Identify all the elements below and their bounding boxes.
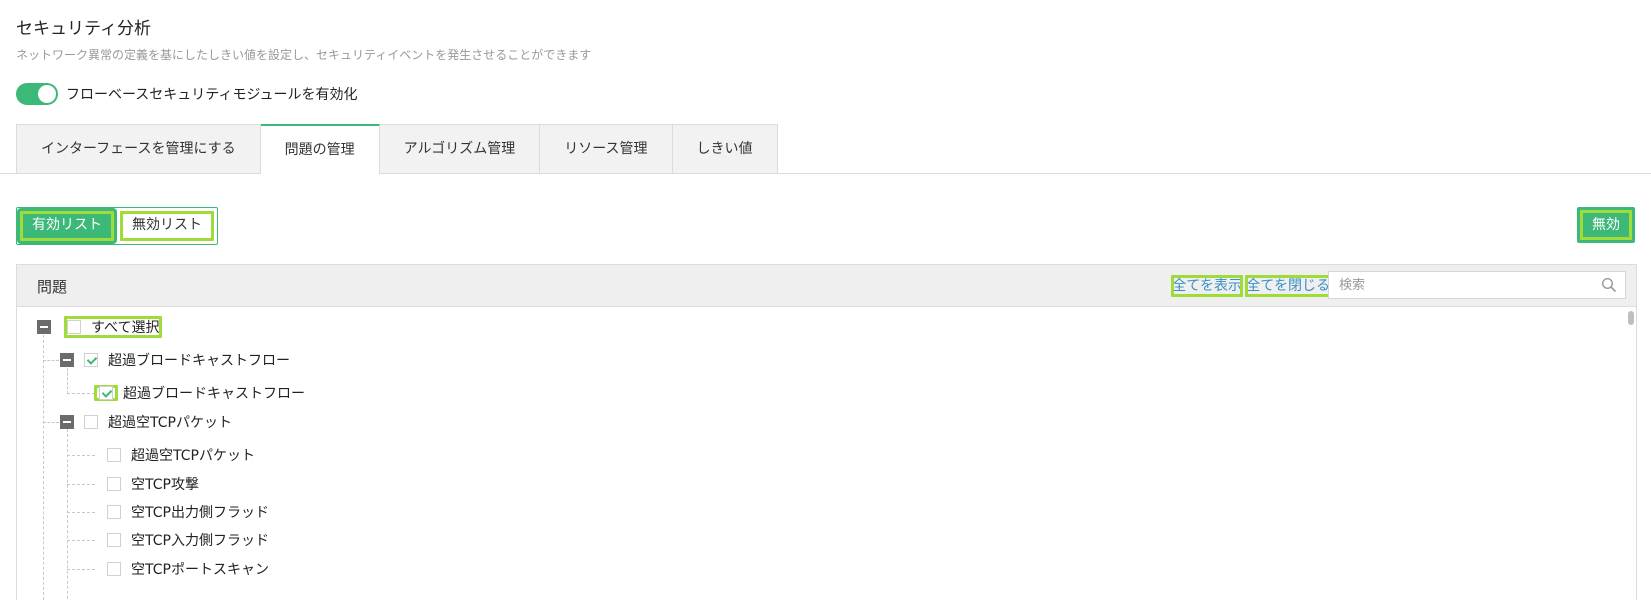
item-label: 空TCP出力側フラッド <box>131 505 269 521</box>
show-all-link[interactable]: 全てを表示 <box>1168 272 1246 300</box>
close-all-link[interactable]: 全てを閉じる <box>1242 272 1334 300</box>
item-label: 超過ブロードキャストフロー <box>123 386 305 402</box>
tab-issue-management[interactable]: 問題の管理 <box>260 124 380 175</box>
item-label: 超過空TCPパケット <box>131 448 255 464</box>
search-input[interactable] <box>1329 272 1599 298</box>
enabled-list-button[interactable]: 有効リスト <box>17 208 117 244</box>
item-checkbox[interactable] <box>99 386 113 400</box>
tree-row-item: 空TCP入力側フラッド <box>107 528 269 552</box>
page-title: セキュリティ分析 <box>16 19 151 39</box>
tree-branch-line <box>67 569 95 570</box>
item-label: 空TCPポートスキャン <box>131 562 269 578</box>
module-toggle-label: フローベースセキュリティモジュールを有効化 <box>66 87 358 103</box>
group-checkbox[interactable] <box>84 353 98 367</box>
search-box <box>1328 271 1626 299</box>
tree-row-item: 空TCPポートスキャン <box>107 557 269 581</box>
item-checkbox[interactable] <box>107 448 121 462</box>
select-all-label: すべて選択 <box>91 320 160 336</box>
tree-row-group: 超過ブロードキャストフロー <box>60 348 290 372</box>
tree-branch-line <box>67 455 95 456</box>
item-label: 空TCP入力側フラッド <box>131 533 269 549</box>
disable-button[interactable]: 無効 <box>1577 207 1635 243</box>
tree-row-item: 超過空TCPパケット <box>107 443 255 467</box>
issue-panel: 問題 全てを表示 全てを閉じる すべて選択 <box>16 264 1637 600</box>
list-switch: 有効リスト 無効リスト <box>16 207 218 245</box>
disabled-list-button[interactable]: 無効リスト <box>117 208 217 244</box>
item-label: 空TCP攻撃 <box>131 477 199 493</box>
tree-scrollbar[interactable] <box>1628 311 1634 325</box>
collapse-icon[interactable] <box>37 320 51 334</box>
group-checkbox[interactable] <box>84 415 98 429</box>
item-checkbox[interactable] <box>107 562 121 576</box>
tab-threshold[interactable]: しきい値 <box>672 124 778 174</box>
tab-resource-management[interactable]: リソース管理 <box>540 124 673 174</box>
tree-row-item: 空TCP出力側フラッド <box>107 500 269 524</box>
panel-title: 問題 <box>37 278 68 296</box>
item-checkbox[interactable] <box>107 505 121 519</box>
tree-branch-line <box>43 422 59 423</box>
search-icon[interactable] <box>1601 277 1617 293</box>
collapse-icon[interactable] <box>60 415 74 429</box>
tab-bar: インターフェースを管理にする 問題の管理 アルゴリズム管理 リソース管理 しきい… <box>16 124 778 175</box>
tree-guide-line <box>43 335 44 600</box>
panel-header: 問題 全てを表示 全てを閉じる <box>17 265 1636 307</box>
issue-tree: すべて選択 超過ブロードキャストフロー 超過ブロードキャストフロー 超過空TCP… <box>17 307 1636 600</box>
group-label: 超過空TCPパケット <box>108 415 232 431</box>
tree-row-group: 超過空TCPパケット <box>60 410 232 434</box>
tab-algorithm-management[interactable]: アルゴリズム管理 <box>379 124 541 174</box>
tree-branch-line <box>67 540 95 541</box>
item-checkbox-highlight <box>91 382 121 404</box>
tab-interface-management[interactable]: インターフェースを管理にする <box>16 124 261 174</box>
select-all-checkbox[interactable] <box>67 320 81 334</box>
module-toggle-row: フローベースセキュリティモジュールを有効化 <box>16 82 357 106</box>
tree-branch-line <box>43 360 59 361</box>
tree-row-select-all: すべて選択 <box>37 315 165 339</box>
tree-row-item: 空TCP攻撃 <box>107 472 199 496</box>
tree-branch-line <box>67 512 95 513</box>
tree-branch-line <box>67 484 95 485</box>
page-subtitle: ネットワーク異常の定義を基にしたしきい値を設定し、セキュリティイベントを発生させ… <box>16 48 592 62</box>
module-toggle-switch[interactable] <box>16 83 58 105</box>
select-all-highlight: すべて選択 <box>61 313 165 341</box>
collapse-icon[interactable] <box>60 353 74 367</box>
item-checkbox[interactable] <box>107 477 121 491</box>
item-checkbox[interactable] <box>107 533 121 547</box>
group-label: 超過ブロードキャストフロー <box>108 353 290 369</box>
tree-row-item: 超過ブロードキャストフロー <box>94 381 305 405</box>
toggle-knob <box>38 85 56 103</box>
